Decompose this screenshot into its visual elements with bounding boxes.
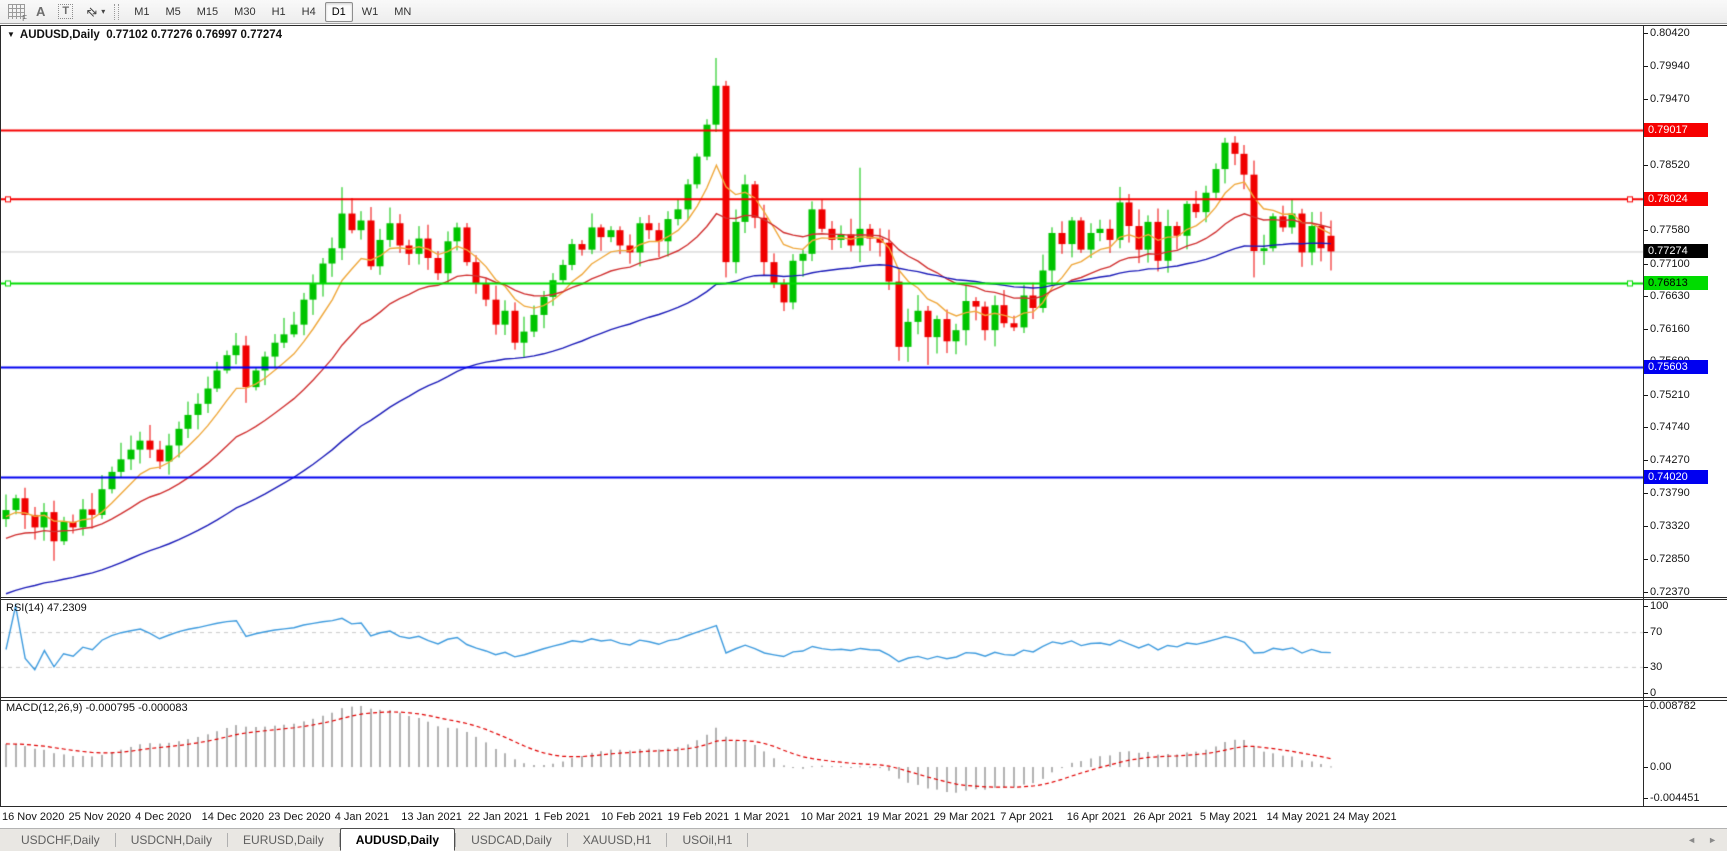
symbol-tab-usdchf[interactable]: USDCHF,Daily: [6, 829, 115, 851]
price-tick-label: 0.73320: [1644, 520, 1690, 533]
symbol-tab-audusd[interactable]: AUDUSD,Daily: [339, 828, 456, 851]
rsi-tick-label: 30: [1644, 661, 1662, 674]
panel-border: [0, 697, 1727, 698]
tab-scroll-right-icon[interactable]: ►: [1708, 835, 1717, 845]
price-tick-label: 0.75210: [1644, 389, 1690, 402]
date-axis-label: 14 Dec 2020: [201, 811, 265, 823]
timeframe-button-h1[interactable]: H1: [265, 2, 293, 22]
price-tick-label: 0.78520: [1644, 159, 1690, 172]
date-axis-label: 10 Mar 2021: [800, 811, 863, 823]
date-axis-label: 25 Nov 2020: [68, 811, 131, 823]
price-tick-label: 0.74740: [1644, 421, 1690, 434]
price-tick-label: 0.77100: [1644, 258, 1690, 271]
toolbar-timeframes: M1 M5 M15 M30 H1 H4 D1 W1 MN: [126, 0, 419, 23]
hline-price-label: 0.76813: [1644, 276, 1708, 291]
date-axis-label: 1 Mar 2021: [734, 811, 790, 823]
symbol-name: AUDUSD,Daily: [19, 29, 100, 41]
macd-panel-canvas[interactable]: [0, 701, 1643, 806]
timeframe-button-mn[interactable]: MN: [387, 2, 418, 22]
date-axis-label: 29 Mar 2021: [933, 811, 996, 823]
macd-tick-label: 0.00: [1644, 761, 1671, 774]
date-axis-label: 24 May 2021: [1333, 811, 1397, 823]
date-axis-label: 4 Dec 2020: [135, 811, 192, 823]
timeframe-button-m1[interactable]: M1: [127, 2, 156, 22]
symbol-tab-usdcad[interactable]: USDCAD,Daily: [456, 829, 567, 851]
ohlc-values: 0.77102 0.77276 0.76997 0.77274: [106, 29, 283, 41]
price-tick-label: 0.76160: [1644, 323, 1690, 336]
date-axis-label: 19 Feb 2021: [667, 811, 730, 823]
macd-label: MACD(12,26,9) -0.000795 -0.000083: [6, 702, 188, 714]
panel-border: [0, 806, 1727, 807]
hline-price-label: 0.78024: [1644, 192, 1708, 207]
hline-price-label: 0.74020: [1644, 470, 1708, 485]
panel-splitter-rsi[interactable]: [0, 599, 1727, 600]
tab-separator: [747, 833, 749, 847]
price-tick-label: 0.79470: [1644, 93, 1690, 106]
panel-splitter-macd[interactable]: [0, 700, 1727, 701]
price-tick-label: 0.79940: [1644, 60, 1690, 73]
date-axis-label: 16 Apr 2021: [1066, 811, 1127, 823]
symbol-tab-xauusd[interactable]: XAUUSD,H1: [568, 829, 667, 851]
rsi-panel-canvas[interactable]: [0, 600, 1643, 697]
tab-scroll-left-icon[interactable]: ◄: [1687, 835, 1696, 845]
symbol-dropdown-icon[interactable]: ▼: [7, 30, 15, 39]
timeframe-button-h4[interactable]: H4: [295, 2, 323, 22]
arrows-tool-icon[interactable]: ⇄: [84, 3, 101, 20]
date-axis-label: 16 Nov 2020: [2, 811, 65, 823]
macd-tick-label: -0.004451: [1644, 792, 1700, 805]
date-axis-label: 1 Feb 2021: [534, 811, 591, 823]
hline-price-label: 0.79017: [1644, 123, 1708, 138]
symbol-tab-bar: USDCHF,Daily USDCNH,Daily EURUSD,Daily AUDU…: [0, 828, 1727, 851]
date-axis-label: 23 Dec 2020: [268, 811, 331, 823]
date-axis-label: 10 Feb 2021: [600, 811, 663, 823]
date-axis-label: 26 Apr 2021: [1133, 811, 1193, 823]
timeframe-button-d1[interactable]: D1: [324, 1, 353, 22]
symbol-tab-usdcnh[interactable]: USDCNH,Daily: [116, 829, 227, 851]
tab-scroll-arrows: ◄ ►: [1687, 828, 1717, 851]
date-axis-label: 4 Jan 2021: [334, 811, 390, 823]
hline-price-label: 0.75603: [1644, 360, 1708, 375]
rsi-tick-label: 100: [1644, 600, 1668, 613]
price-tick-label: 0.76630: [1644, 290, 1690, 303]
panel-border: [0, 597, 1727, 598]
panel-border: [0, 25, 1727, 26]
chart-left-border: [0, 25, 1, 807]
price-tick-label: 0.74270: [1644, 454, 1690, 467]
price-tick-label: 0.72370: [1644, 586, 1690, 599]
toolbar-tools: F A T ⇄ ▾: [4, 0, 109, 23]
symbol-tab-usoil[interactable]: USOil,H1: [667, 829, 747, 851]
timeframe-button-m30[interactable]: M30: [227, 2, 262, 22]
chart-title: ▼ AUDUSD,Daily 0.77102 0.77276 0.76997 0.…: [7, 29, 282, 41]
date-axis-label: 22 Jan 2021: [467, 811, 529, 823]
text-tool-icon[interactable]: T: [58, 4, 74, 19]
toolbar-grip[interactable]: [114, 3, 120, 20]
current-price-label: 0.77274: [1644, 244, 1708, 259]
date-axis-label: 14 May 2021: [1266, 811, 1331, 823]
date-axis-label: 19 Mar 2021: [867, 811, 929, 823]
timeframe-button-w1[interactable]: W1: [355, 2, 386, 22]
price-axis-line: [1643, 25, 1644, 807]
date-axis-label: 7 Apr 2021: [1000, 811, 1054, 823]
text-label-icon[interactable]: A: [36, 4, 45, 19]
macd-tick-label: 0.008782: [1644, 700, 1696, 713]
price-tick-label: 0.72850: [1644, 553, 1690, 566]
toolbar: F A T ⇄ ▾ M1 M5 M15 M30 H1 H4 D1 W1 MN: [0, 0, 1727, 24]
rsi-tick-label: 0: [1644, 687, 1656, 700]
date-axis-label: 13 Jan 2021: [401, 811, 462, 823]
rsi-label: RSI(14) 47.2309: [6, 602, 87, 614]
grid-f-icon[interactable]: F: [8, 4, 27, 23]
rsi-tick-label: 70: [1644, 626, 1662, 639]
date-axis-label: 5 May 2021: [1199, 811, 1258, 823]
timeframe-button-m5[interactable]: M5: [158, 2, 187, 22]
main-chart-canvas[interactable]: [0, 25, 1643, 597]
symbol-tab-eurusd[interactable]: EURUSD,Daily: [228, 829, 339, 851]
price-tick-label: 0.73790: [1644, 487, 1690, 500]
price-tick-label: 0.80420: [1644, 27, 1690, 40]
dropdown-caret-icon[interactable]: ▾: [101, 7, 105, 16]
price-tick-label: 0.77580: [1644, 224, 1690, 237]
trading-terminal-window: F A T ⇄ ▾ M1 M5 M15 M30 H1 H4 D1 W1 MN ▼ AUDUSD,D…: [0, 0, 1727, 851]
timeframe-button-m15[interactable]: M15: [190, 2, 225, 22]
